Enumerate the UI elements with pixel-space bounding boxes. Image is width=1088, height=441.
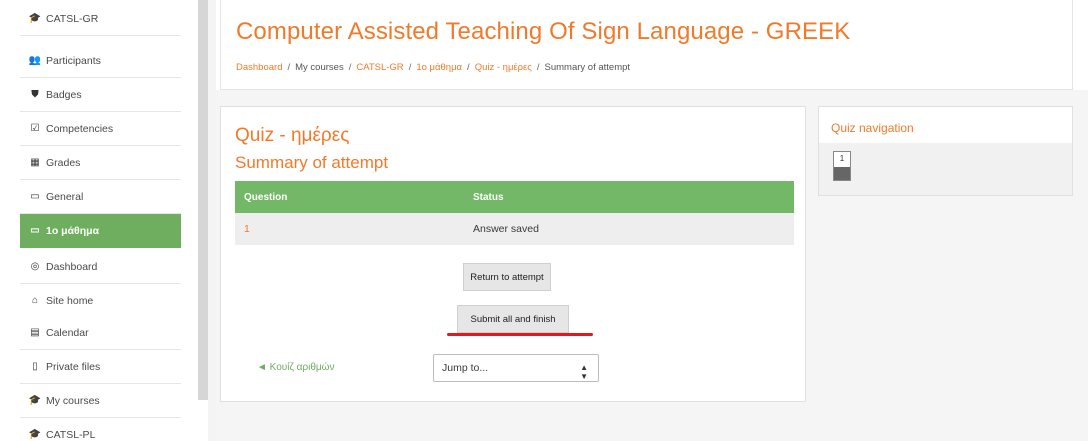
- table-header-row: Question Status: [235, 181, 794, 213]
- sidebar-item-calendar[interactable]: ▤ Calendar: [20, 316, 181, 350]
- previous-activity-link[interactable]: ◄ Κουίζ αριθμών: [257, 362, 335, 373]
- breadcrumb-separator: /: [536, 62, 540, 73]
- sidebar-item-label: Grades: [46, 156, 81, 169]
- breadcrumb-separator: /: [348, 62, 352, 73]
- sidebar-item-participants[interactable]: 👥 Participants: [20, 44, 181, 78]
- sidebar-item-label: Competencies: [46, 122, 114, 135]
- breadcrumb-dashboard[interactable]: Dashboard: [236, 62, 282, 73]
- table-row: 1 Answer saved: [235, 213, 794, 245]
- sidebar-item-grades[interactable]: ▦ Grades: [20, 146, 181, 180]
- sidebar-item-catsl-gr[interactable]: 🎓 CATSL-GR: [20, 2, 181, 36]
- column-header-question: Question: [244, 191, 288, 203]
- sidebar-scrollbar[interactable]: [198, 0, 208, 400]
- jump-to-value: Jump to...: [442, 362, 489, 374]
- sidebar-item-badges[interactable]: ⛊ Badges: [20, 78, 181, 112]
- breadcrumb-separator: /: [467, 62, 470, 73]
- folder-icon: ▭: [30, 225, 40, 236]
- breadcrumb-separator: /: [408, 62, 412, 73]
- sidebar-item-label: CATSL-GR: [46, 12, 99, 25]
- table-icon: ▦: [30, 157, 40, 168]
- sidebar-item-1o-mathima[interactable]: ▭ 1ο μάθημα: [20, 214, 181, 248]
- sidebar-item-label: Site home: [46, 294, 94, 307]
- summary-heading: Summary of attempt: [235, 153, 389, 172]
- breadcrumb-catsl-gr[interactable]: CATSL-GR: [356, 62, 403, 73]
- submit-all-and-finish-button[interactable]: Submit all and finish: [457, 305, 569, 333]
- question-cell: 1: [235, 223, 473, 235]
- breadcrumb-quiz[interactable]: Quiz - ημέρες: [475, 62, 532, 73]
- graduation-cap-icon: 🎓: [28, 429, 42, 440]
- sidebar-item-label: Participants: [46, 54, 101, 67]
- calendar-icon: ▤: [30, 327, 40, 338]
- attempt-summary-table: Question Status 1 Answer saved: [235, 181, 794, 245]
- folder-icon: ▭: [30, 191, 40, 202]
- quiz-title: Quiz - ημέρες: [235, 125, 350, 146]
- quiz-navigation-title: Quiz navigation: [831, 121, 914, 135]
- sidebar-item-my-courses[interactable]: 🎓 My courses: [20, 384, 181, 418]
- sidebar-item-catsl-pl[interactable]: 🎓 CATSL-PL: [20, 418, 181, 441]
- breadcrumb-summary: Summary of attempt: [544, 62, 631, 73]
- quiz-navigation-body: 1: [819, 143, 1072, 195]
- breadcrumb-my-courses: My courses: [295, 62, 344, 73]
- question-link[interactable]: 1: [244, 223, 250, 235]
- status-cell: Answer saved: [473, 223, 539, 235]
- quiz-navigation-block: Quiz navigation 1: [818, 106, 1073, 196]
- jump-to-select[interactable]: Jump to... ▲ ▼: [433, 354, 599, 382]
- dashboard-icon: ◎: [30, 261, 40, 272]
- page-title: Computer Assisted Teaching Of Sign Langu…: [236, 18, 851, 45]
- sidebar-item-dashboard[interactable]: ◎ Dashboard: [20, 250, 181, 284]
- sidebar: 🎓 CATSL-GR 👥 Participants ⛊ Badges ☑ Com…: [0, 0, 196, 441]
- sidebar-item-label: My courses: [46, 394, 100, 407]
- return-to-attempt-button[interactable]: Return to attempt: [463, 263, 551, 291]
- graduation-cap-icon: 🎓: [28, 395, 42, 406]
- quiz-summary-card: Quiz - ημέρες Summary of attempt Questio…: [220, 106, 806, 402]
- sidebar-item-site-home[interactable]: ⌂ Site home: [20, 284, 181, 318]
- sidebar-item-label: Dashboard: [46, 260, 98, 273]
- quiz-nav-answered-indicator: [834, 167, 850, 180]
- checkbox-icon: ☑: [30, 123, 40, 134]
- sidebar-item-label: 1ο μάθημα: [46, 224, 100, 237]
- sidebar-divider: [208, 0, 216, 441]
- users-icon: 👥: [28, 55, 42, 66]
- breadcrumb-separator: /: [287, 62, 291, 73]
- quiz-nav-question-number: 1: [839, 154, 845, 163]
- red-underline-annotation: [447, 333, 593, 336]
- breadcrumb-1o-mathima[interactable]: 1ο μάθημα: [416, 62, 462, 73]
- sidebar-item-label: CATSL-PL: [46, 428, 96, 441]
- sidebar-item-private-files[interactable]: ▯ Private files: [20, 350, 181, 384]
- sidebar-item-label: General: [46, 190, 84, 203]
- file-icon: ▯: [32, 361, 38, 372]
- sidebar-item-competencies[interactable]: ☑ Competencies: [20, 112, 181, 146]
- breadcrumb: Dashboard / My courses / CATSL-GR / 1ο μάθημα /…: [236, 62, 630, 73]
- select-arrows-icon: ▲ ▼: [580, 363, 588, 381]
- graduation-cap-icon: 🎓: [28, 13, 42, 24]
- shield-icon: ⛊: [31, 89, 39, 100]
- quiz-nav-question-button[interactable]: 1: [833, 151, 851, 181]
- column-header-status: Status: [473, 191, 504, 203]
- sidebar-item-label: Calendar: [46, 326, 89, 339]
- sidebar-item-label: Private files: [46, 360, 101, 373]
- home-icon: ⌂: [31, 295, 39, 306]
- sidebar-item-general[interactable]: ▭ General: [20, 180, 181, 214]
- sidebar-item-label: Badges: [46, 88, 82, 101]
